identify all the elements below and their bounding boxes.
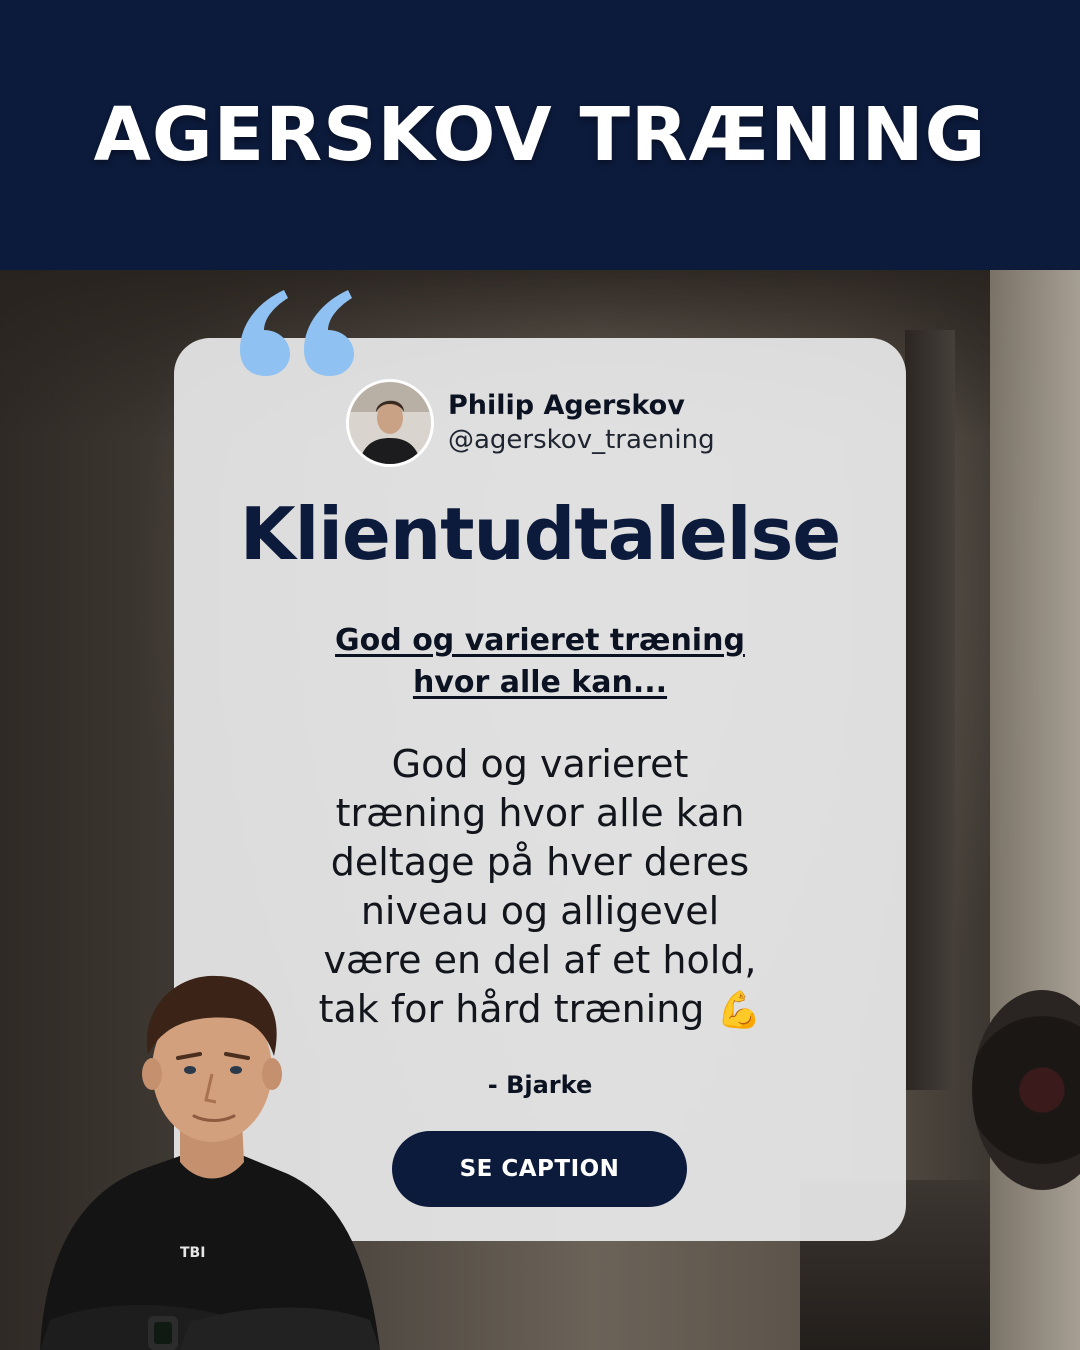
profile-header: Philip Agerskov @agerskov_traening xyxy=(346,378,715,468)
card-title: Klientudtalelse xyxy=(239,492,841,576)
quote-marks-icon xyxy=(240,290,354,376)
quote-line: deltage på hver deres xyxy=(330,840,750,884)
post-canvas: AGERSKOV TRÆNING Philip Agerskov @agersk… xyxy=(0,0,1080,1350)
top-banner: AGERSKOV TRÆNING xyxy=(0,0,1080,270)
brand-title: AGERSKOV TRÆNING xyxy=(93,92,987,178)
profile-name: Philip Agerskov xyxy=(448,390,685,421)
avatar-portrait-icon xyxy=(349,382,431,464)
profile-handle[interactable]: @agerskov_traening xyxy=(448,423,715,457)
quote-line: God og varieret xyxy=(391,742,689,786)
background-door xyxy=(905,330,955,1090)
testimonial-headline: God og varieret træning hvor alle kan... xyxy=(174,620,906,704)
coach-photo: TBI xyxy=(40,975,380,1350)
shirt-logo-text: TBI xyxy=(180,1245,205,1261)
headline-line: God og varieret træning xyxy=(335,623,745,658)
see-caption-button[interactable]: SE CAPTION xyxy=(392,1131,687,1207)
profile-text: Philip Agerskov @agerskov_traening xyxy=(448,389,715,457)
quote-line: niveau og alligevel xyxy=(360,889,720,933)
avatar[interactable] xyxy=(346,379,434,467)
quote-line: træning hvor alle kan xyxy=(335,791,745,835)
flexed-biceps-icon: 💪 xyxy=(716,990,762,1031)
headline-line: hvor alle kan... xyxy=(412,665,668,700)
